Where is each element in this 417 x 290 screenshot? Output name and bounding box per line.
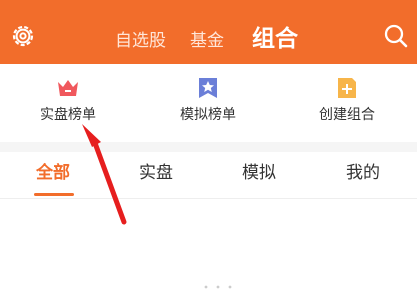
crown-icon	[56, 76, 80, 100]
simulated-leaderboard-button[interactable]: 模拟榜单	[163, 76, 253, 124]
header-tabs: 自选股 基金 组合	[0, 0, 417, 64]
simulated-leaderboard-label: 模拟榜单	[180, 107, 236, 123]
real-leaderboard-button[interactable]: 实盘榜单	[23, 76, 113, 124]
search-icon[interactable]	[383, 23, 409, 49]
loading-dots-icon	[204, 285, 232, 289]
quick-actions-panel: 实盘榜单 模拟榜单 创建组合	[0, 64, 417, 142]
active-tab-indicator	[34, 193, 74, 196]
tab-simulated[interactable]: 模拟	[242, 162, 276, 184]
content-area	[0, 199, 417, 290]
top-header: 自选股 基金 组合	[0, 0, 417, 64]
tab-watchlist[interactable]: 自选股	[115, 31, 166, 51]
tab-portfolio[interactable]: 组合	[252, 26, 298, 52]
create-portfolio-label: 创建组合	[319, 107, 375, 123]
real-leaderboard-label: 实盘榜单	[40, 107, 96, 123]
tab-all[interactable]: 全部	[36, 162, 70, 184]
create-portfolio-button[interactable]: 创建组合	[302, 76, 392, 124]
tab-real[interactable]: 实盘	[139, 162, 173, 184]
tab-funds[interactable]: 基金	[190, 31, 224, 51]
section-divider	[0, 142, 417, 152]
tab-mine[interactable]: 我的	[346, 162, 380, 184]
add-document-icon	[335, 76, 359, 100]
filter-tabs: 全部 实盘 模拟 我的	[0, 152, 417, 199]
star-bookmark-icon	[196, 76, 220, 100]
